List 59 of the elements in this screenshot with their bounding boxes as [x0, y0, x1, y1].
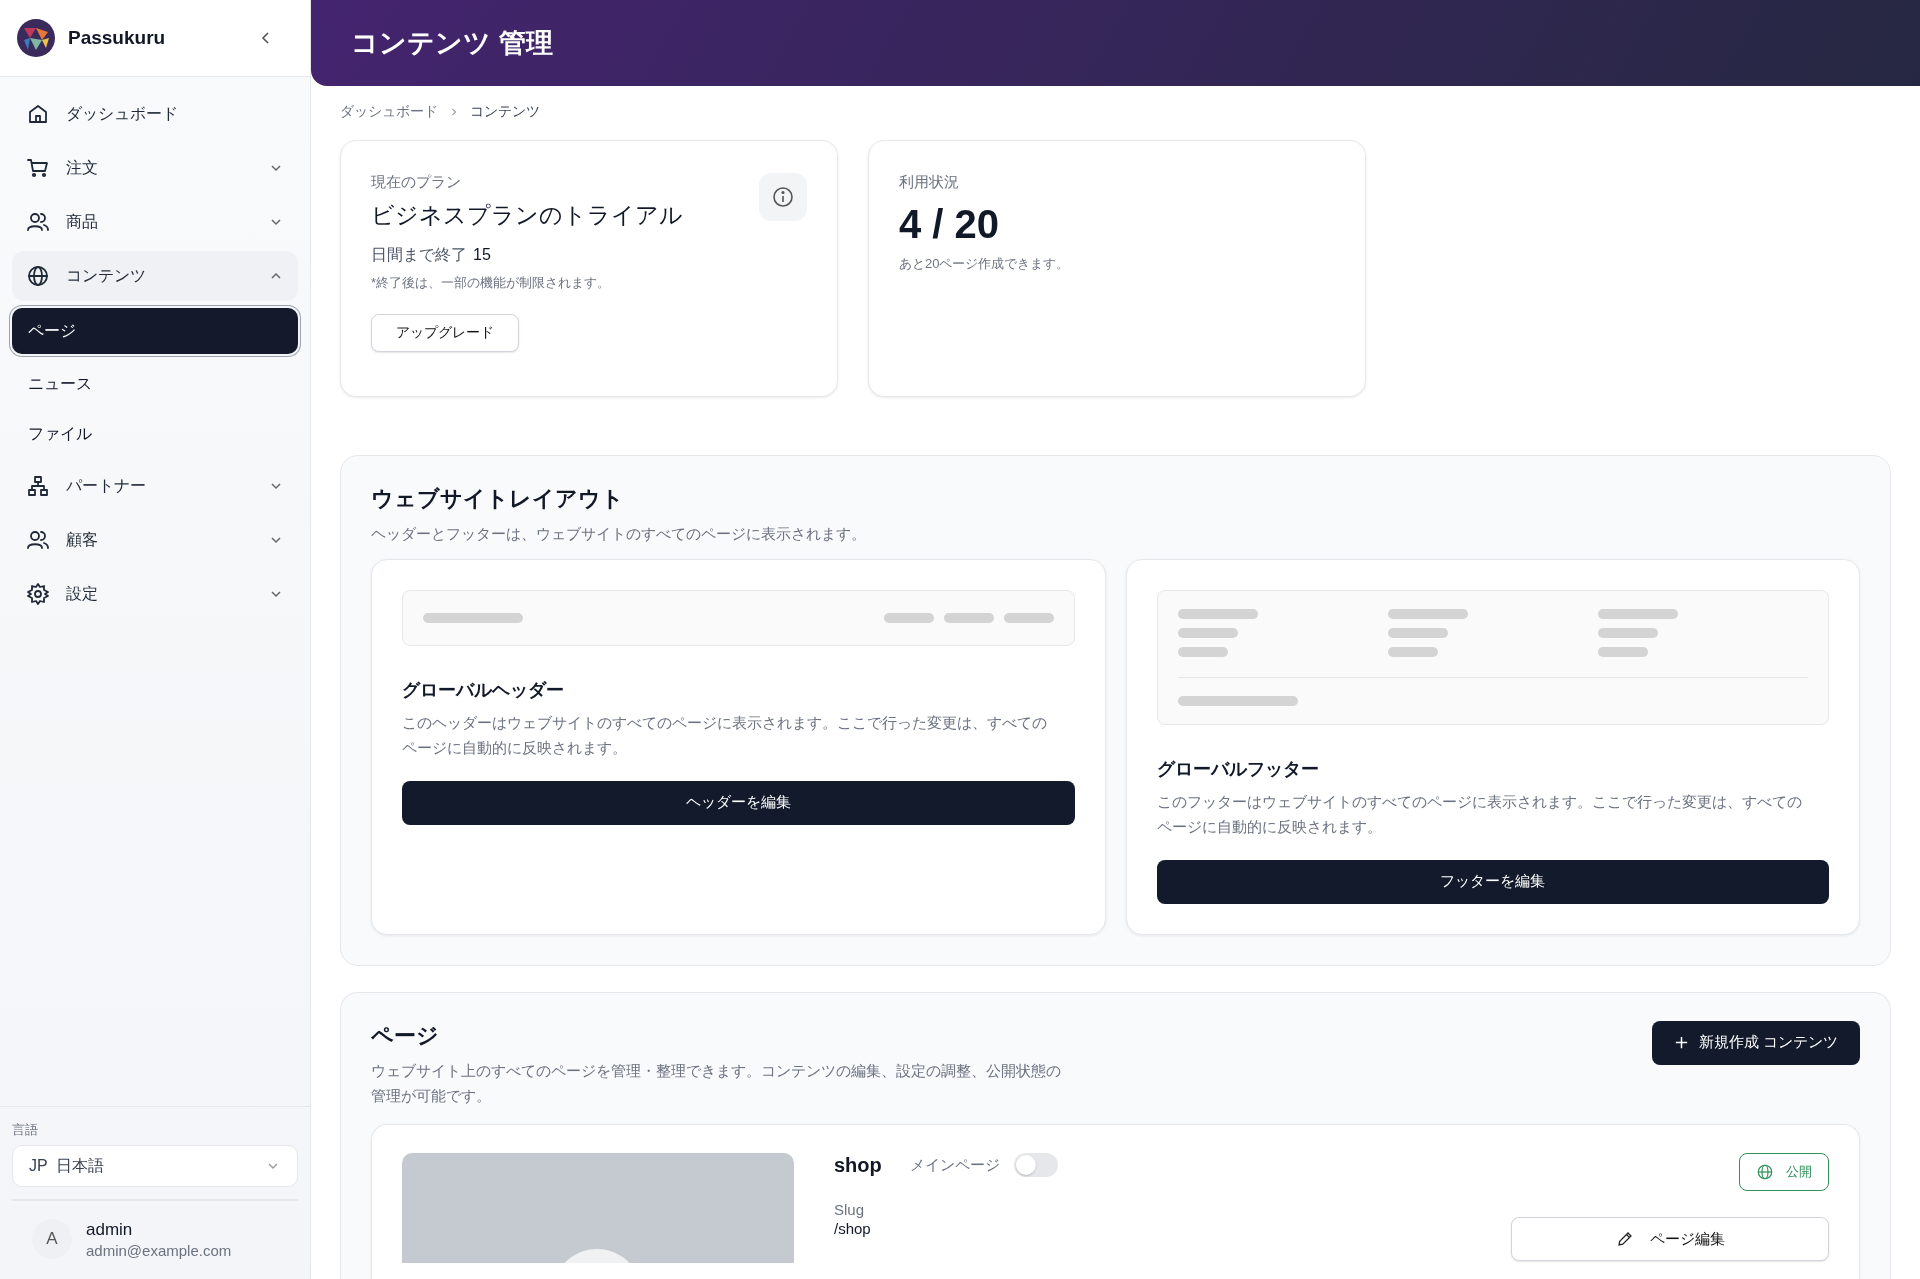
section-title: ページ — [371, 1021, 440, 1050]
sidebar-subitem[interactable]: ニュース — [12, 361, 298, 407]
user-email: admin@example.com — [86, 1241, 232, 1259]
slug-label: Slug — [834, 1201, 866, 1219]
user-name: admin — [86, 1219, 134, 1240]
sidebar-item[interactable]: コンテンツ — [12, 251, 298, 301]
nav-icon — [26, 474, 50, 498]
sidebar-item[interactable]: 顧客 — [12, 515, 298, 565]
breadcrumb-item[interactable]: ダッシュボード — [340, 103, 438, 121]
page-edit-button[interactable]: ページ編集 — [1511, 1217, 1829, 1262]
card-label: 現在のプラン — [371, 173, 462, 192]
card-title: グローバルヘッダー — [402, 678, 565, 702]
card-title: グローバルフッター — [1156, 757, 1320, 781]
nav-icon — [26, 210, 50, 234]
sidebar-item[interactable]: 注文 — [12, 143, 298, 193]
page-title: コンテンツ 管理 — [351, 27, 553, 60]
usage-value: 4 / 20 — [899, 202, 1001, 247]
sidebar-item[interactable]: 商品 — [12, 197, 298, 247]
breadcrumb-item: コンテンツ — [470, 103, 540, 121]
section-description: ウェブサイト上のすべてのページを管理・整理できます。コンテンツの編集、設定の調整、公開状態の管理が可能です。 — [371, 1060, 1062, 1106]
globe-icon — [1756, 1163, 1774, 1182]
section-title: ウェブサイトレイアウト — [371, 485, 625, 513]
section-description: ヘッダーとフッターは、ウェブサイトのすべてのページに表示されます。 — [371, 524, 867, 544]
avatar: A — [32, 1219, 72, 1259]
nav-icon — [26, 102, 50, 126]
days-label: 日間まで終了 — [371, 246, 467, 263]
slug-value: /shop — [834, 1220, 872, 1238]
sidebar-item[interactable]: ダッシュボード — [12, 89, 298, 139]
plus-icon — [1673, 1035, 1689, 1051]
card-description: このヘッダーはウェブサイトのすべてのページに表示されます。ここで行った変更は、すべてのページに自動的に反映されます。 — [402, 712, 1048, 759]
new-content-button[interactable]: 新規作成 コンテンツ — [1651, 1020, 1860, 1065]
nav-icon — [26, 582, 50, 606]
info-button[interactable] — [759, 173, 807, 221]
edit-button[interactable]: ヘッダーを編集 — [402, 780, 1075, 825]
nav-icon — [26, 264, 50, 288]
main-page-label: メインページ — [909, 1155, 1000, 1175]
usage-note: あと20ページ作成できます。 — [899, 255, 1071, 273]
language-label: 言語 — [12, 1121, 39, 1139]
logo-icon — [16, 18, 56, 58]
info-icon — [771, 185, 795, 209]
days-count: 15 — [473, 246, 491, 263]
language-select[interactable]: JP 日本語 — [12, 1145, 298, 1187]
upgrade-button[interactable]: アップグレード — [371, 314, 519, 352]
sidebar-subitem[interactable]: ページ — [12, 308, 298, 354]
card-label: 利用状況 — [899, 173, 960, 192]
brand-name: Passukuru — [68, 27, 167, 49]
sidebar-item[interactable]: 設定 — [12, 569, 298, 619]
edit-button[interactable]: フッターを編集 — [1156, 859, 1829, 904]
sidebar-subitem[interactable]: ファイル — [12, 411, 298, 457]
card-description: このフッターはウェブサイトのすべてのページに表示されます。ここで行った変更は、すべてのページに自動的に反映されます。 — [1156, 791, 1803, 838]
page-name: shop — [834, 1153, 882, 1177]
nav-icon — [26, 156, 50, 180]
pencil-icon — [1615, 1230, 1634, 1249]
sidebar-item[interactable]: パートナー — [12, 461, 298, 511]
status-badge: 公開 — [1739, 1153, 1829, 1192]
plan-note: *終了後は、一部の機能が制限されます。 — [371, 274, 612, 292]
plan-name: ビジネスプランのトライアル — [371, 201, 683, 230]
main-page-toggle[interactable] — [1013, 1153, 1058, 1178]
nav-icon — [26, 528, 50, 552]
